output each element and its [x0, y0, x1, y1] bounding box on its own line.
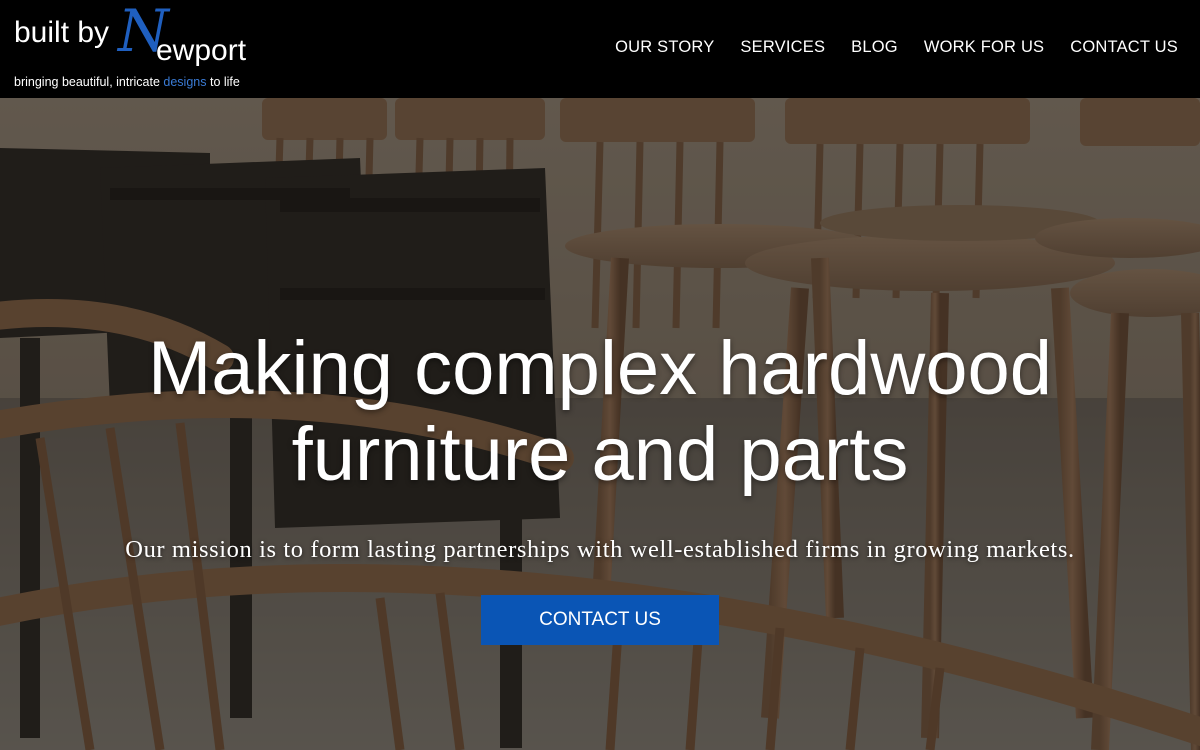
nav-services[interactable]: SERVICES: [740, 38, 825, 57]
nav-our-story[interactable]: OUR STORY: [615, 38, 714, 57]
tagline-highlight: designs: [163, 75, 207, 89]
nav-blog[interactable]: BLOG: [851, 38, 898, 57]
site-header: built by N ewport bringing beautiful, in…: [0, 0, 1200, 98]
brand-tagline: bringing beautiful, intricate designs to…: [14, 75, 240, 89]
nav-contact-us[interactable]: CONTACT US: [1070, 38, 1178, 57]
headline-line-1: Making complex hardwood: [147, 326, 1053, 411]
headline-line-2: furniture and parts: [291, 412, 909, 497]
tagline-after: to life: [206, 75, 240, 89]
logo-prefix: built by: [14, 16, 110, 49]
main-nav: OUR STORY SERVICES BLOG WORK FOR US CONT…: [615, 38, 1178, 57]
nav-work-for-us[interactable]: WORK FOR US: [924, 38, 1044, 57]
hero-section: Making complex hardwood furniture and pa…: [0, 98, 1200, 750]
contact-us-button[interactable]: CONTACT US: [481, 595, 719, 645]
hero-headline: Making complex hardwood furniture and pa…: [0, 326, 1200, 498]
brand-logo[interactable]: built by N ewport bringing beautiful, in…: [14, 2, 254, 92]
tagline-before: bringing beautiful, intricate: [14, 75, 164, 89]
logo-suffix: ewport: [156, 34, 247, 67]
mission-statement: Our mission is to form lasting partnersh…: [125, 536, 1075, 563]
